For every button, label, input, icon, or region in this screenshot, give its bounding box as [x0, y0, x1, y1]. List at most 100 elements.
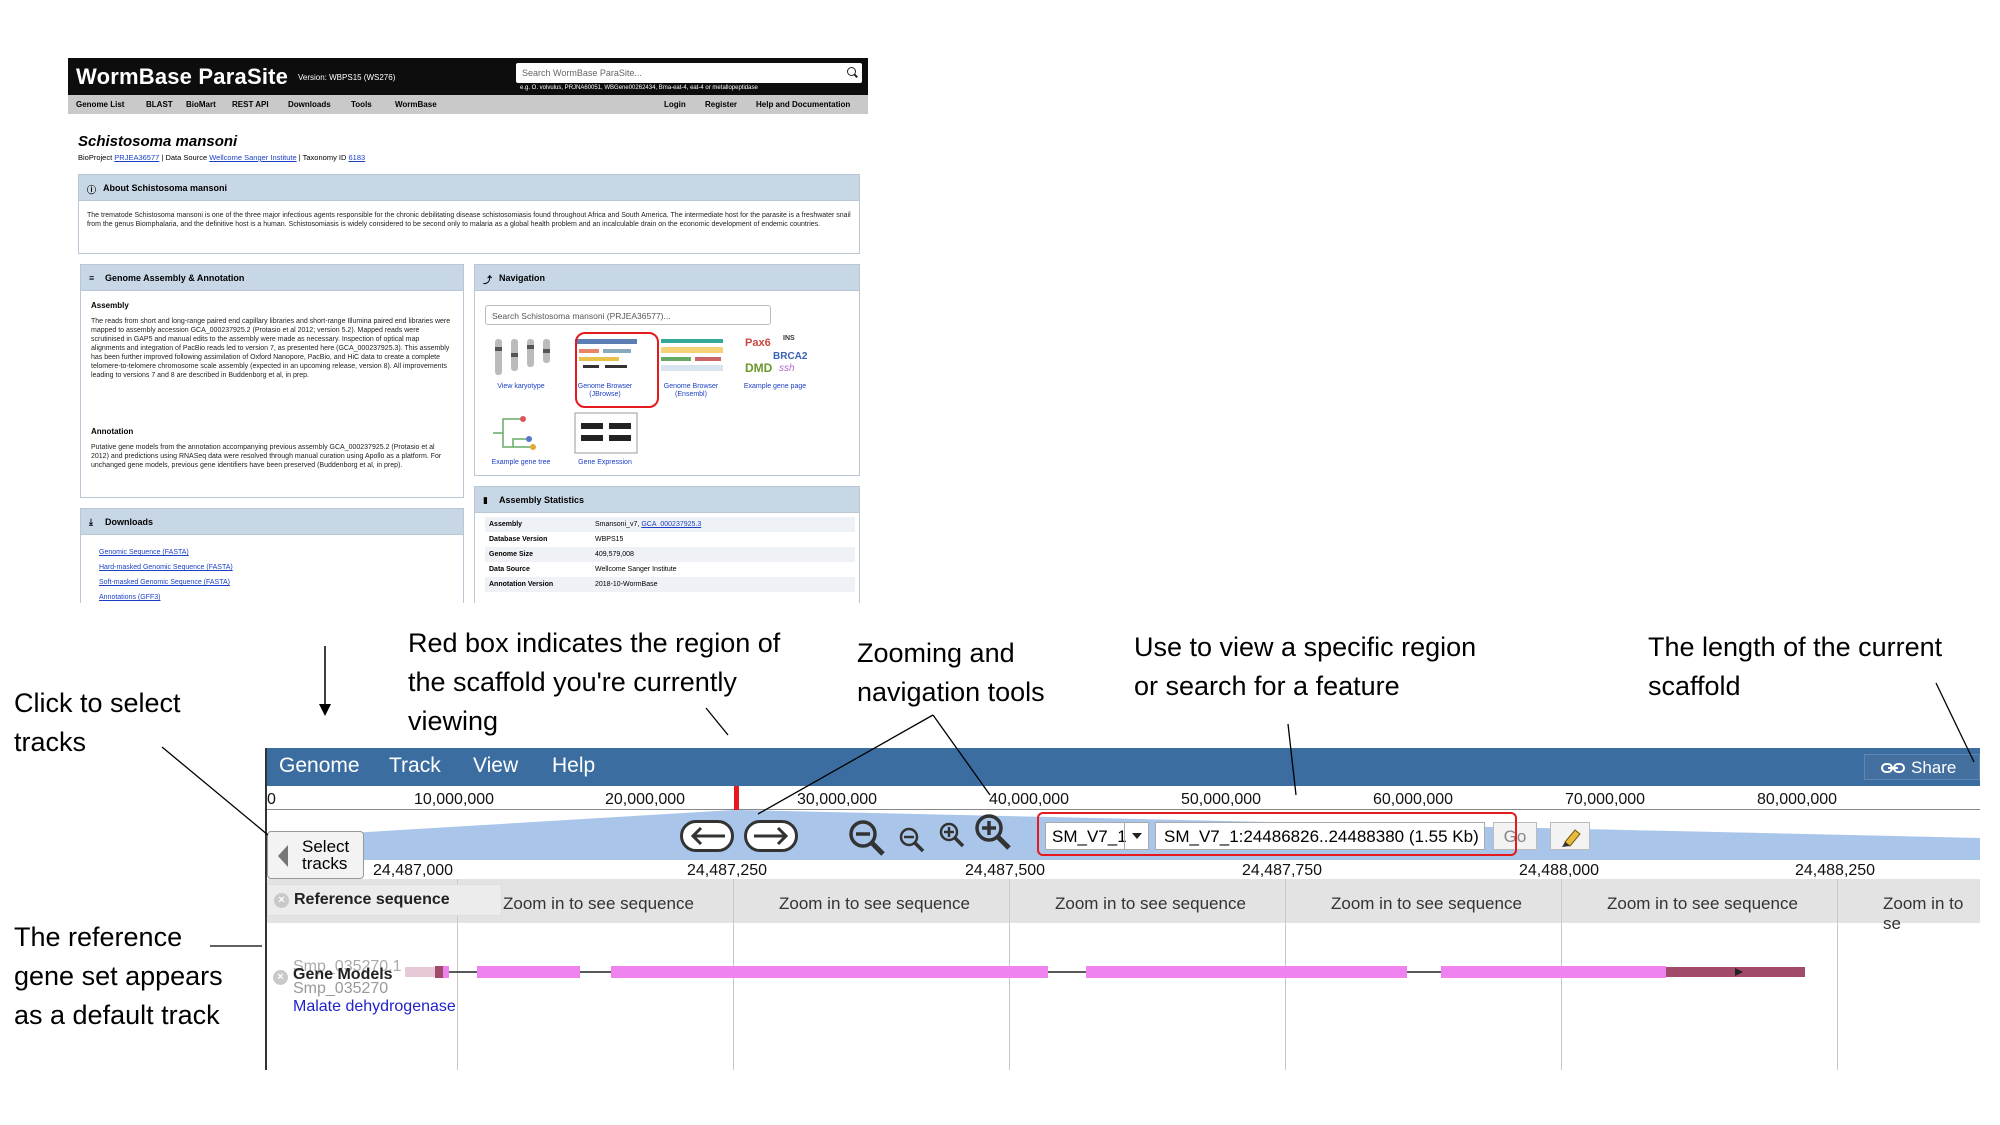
nav-login[interactable]: Login	[664, 100, 686, 109]
gene-label-ssh: ssh	[779, 363, 795, 374]
species-metadata: BioProject PRJEA36577 | Data Source Well…	[78, 153, 365, 162]
highlighter-icon	[1562, 829, 1581, 847]
gene-id: Smp_035270	[293, 980, 389, 997]
gene-tree-thumbnail[interactable]	[489, 411, 555, 455]
masthead: WormBase ParaSite Version: WBPS15 (WS276…	[68, 58, 868, 95]
nav-tools[interactable]: Tools	[351, 100, 372, 109]
overview-tick: 30,000,000	[797, 791, 878, 808]
karyotype-thumbnail[interactable]	[489, 335, 555, 379]
taxonomy-link[interactable]: 6183	[349, 153, 366, 162]
download-gff3[interactable]: Annotations (GFF3)	[99, 594, 160, 601]
scale-tick: 24,488,000	[1519, 862, 1600, 879]
gene-model-smp-035270[interactable]	[405, 960, 1805, 984]
grid-line	[1837, 879, 1838, 1070]
stats-panel-header: ▮ Assembly Statistics	[475, 487, 859, 513]
species-search-placeholder: Search Schistosoma mansoni (PRJEA36577).…	[492, 311, 671, 321]
menu-genome[interactable]: Genome	[279, 754, 360, 778]
stats-key: Assembly	[489, 521, 523, 528]
detail-scale-ruler	[267, 858, 1980, 880]
annotation-zooming: Zooming and navigation tools	[857, 638, 1045, 707]
gene-label-brca2: BRCA2	[773, 351, 808, 362]
annotation-red-box: Red box indicates the region of the scaf…	[408, 628, 781, 736]
zoom-in-message: Zoom in to see sequence	[503, 894, 694, 913]
share-button[interactable]: Share	[1864, 754, 1980, 780]
share-label: Share	[1911, 758, 1957, 777]
assembly-panel-header: ≡ Genome Assembly & Annotation	[81, 265, 463, 291]
wormbase-logo[interactable]: WormBase ParaSite	[76, 64, 288, 90]
data-source-link[interactable]: Wellcome Sanger Institute	[209, 153, 296, 162]
menu-view[interactable]: View	[473, 754, 518, 778]
stats-title: Assembly Statistics	[499, 495, 585, 505]
pan-right-button[interactable]	[744, 820, 798, 852]
jbrowse-viewer: Genome Track View Help Share 0 10,000,00…	[265, 748, 1980, 1070]
gene-label-ins: INS	[783, 335, 795, 342]
download-hardmasked-fasta[interactable]: Hard-masked Genomic Sequence (FASTA)	[99, 564, 233, 571]
zoom-in-message: Zoom in to see sequence	[779, 894, 970, 913]
close-track-icon[interactable]: ×	[274, 893, 289, 908]
gene-expression-link[interactable]: Gene Expression	[565, 459, 645, 467]
reference-track-label-box[interactable]: × Reference sequence	[267, 884, 502, 916]
ensembl-thumbnail[interactable]	[659, 335, 725, 379]
zoom-in-message: Zoom in to see sequence	[1055, 894, 1246, 913]
zoom-out-large-icon[interactable]	[847, 818, 891, 858]
ensembl-link[interactable]: Genome Browser (Ensembl)	[651, 383, 731, 399]
nav-register[interactable]: Register	[705, 100, 737, 109]
stats-row: Data Source Wellcome Sanger Institute	[485, 562, 855, 577]
gene-expression-thumbnail[interactable]	[573, 411, 639, 455]
zoom-in-message: Zoom in to see sequence	[1331, 894, 1522, 913]
example-gene-thumbnail[interactable]: Pax6 INS BRCA2 DMD ssh	[743, 335, 809, 379]
assembly-accession-link[interactable]: GCA_000237925.3	[641, 521, 701, 528]
search-hint: e.g. O. volvulus, PRJNA60051, WBGene0026…	[520, 85, 758, 91]
site-search-input[interactable]: Search WormBase ParaSite...	[516, 63, 862, 83]
bar-chart-icon: ▮	[483, 495, 488, 505]
gene-label-dmd: DMD	[745, 361, 773, 375]
nav-genome-list[interactable]: Genome List	[76, 100, 124, 109]
highlight-button[interactable]	[1550, 822, 1590, 850]
species-search-input[interactable]: Search Schistosoma mansoni (PRJEA36577).…	[485, 305, 771, 325]
overview-tick: 20,000,000	[605, 791, 686, 808]
zoom-in-small-icon[interactable]	[937, 820, 969, 850]
zoom-out-small-icon[interactable]	[897, 825, 929, 855]
data-source-label: | Data Source	[161, 153, 208, 162]
download-softmasked-fasta[interactable]: Soft-masked Genomic Sequence (FASTA)	[99, 579, 230, 586]
assembly-text: The reads from short and long-range pair…	[91, 318, 451, 379]
assembly-panel-title: Genome Assembly & Annotation	[105, 273, 245, 283]
overview-tick: 60,000,000	[1373, 791, 1454, 808]
search-icon[interactable]	[847, 67, 856, 76]
nav-blast[interactable]: BLAST	[146, 100, 173, 109]
download-genomic-fasta[interactable]: Genomic Sequence (FASTA)	[99, 549, 189, 556]
nav-biomart[interactable]: BioMart	[186, 100, 216, 109]
stats-key: Database Version	[489, 536, 548, 543]
zoom-in-large-icon[interactable]	[973, 812, 1017, 852]
close-track-icon[interactable]: ×	[273, 970, 288, 985]
link-icon	[1881, 763, 1905, 773]
current-region-marker[interactable]	[734, 786, 739, 810]
scale-tick: 24,487,500	[965, 862, 1046, 879]
pan-left-button[interactable]	[680, 820, 734, 852]
arrow-right-icon	[754, 827, 789, 845]
navigation-panel-header: ⤴ Navigation	[475, 265, 859, 291]
example-gene-tree-link[interactable]: Example gene tree	[481, 459, 561, 467]
example-gene-link[interactable]: Example gene page	[735, 383, 815, 391]
taxonomy-label: | Taxonomy ID	[298, 153, 347, 162]
stats-row: Genome Size 409,579,008	[485, 547, 855, 562]
nav-wormbase[interactable]: WormBase	[395, 100, 437, 109]
assembly-name: Smansoni_v7,	[595, 521, 640, 528]
stats-row: Annotation Version 2018-10-WormBase	[485, 577, 855, 592]
download-icon: ⤓	[89, 517, 93, 527]
stats-key: Annotation Version	[489, 581, 554, 588]
bioproject-link[interactable]: PRJEA36577	[114, 153, 159, 162]
nav-rest-api[interactable]: REST API	[232, 100, 269, 109]
assembly-heading: Assembly	[91, 301, 129, 310]
navigation-panel: ⤴ Navigation Search Schistosoma mansoni …	[474, 264, 860, 476]
overview-ruler[interactable]: 0 10,000,000 20,000,000 30,000,000 40,00…	[267, 786, 1980, 810]
menu-track[interactable]: Track	[389, 754, 441, 778]
stats-key: Genome Size	[489, 551, 533, 558]
view-karyotype-link[interactable]: View karyotype	[481, 383, 561, 391]
menu-help[interactable]: Help	[552, 754, 595, 778]
nav-downloads[interactable]: Downloads	[288, 100, 331, 109]
nav-help[interactable]: Help and Documentation	[756, 100, 850, 109]
about-panel-header: ⓘ About Schistosoma mansoni	[79, 175, 859, 201]
stats-value: Smansoni_v7, GCA_000237925.3	[595, 521, 701, 528]
site-search-placeholder: Search WormBase ParaSite...	[522, 68, 642, 78]
